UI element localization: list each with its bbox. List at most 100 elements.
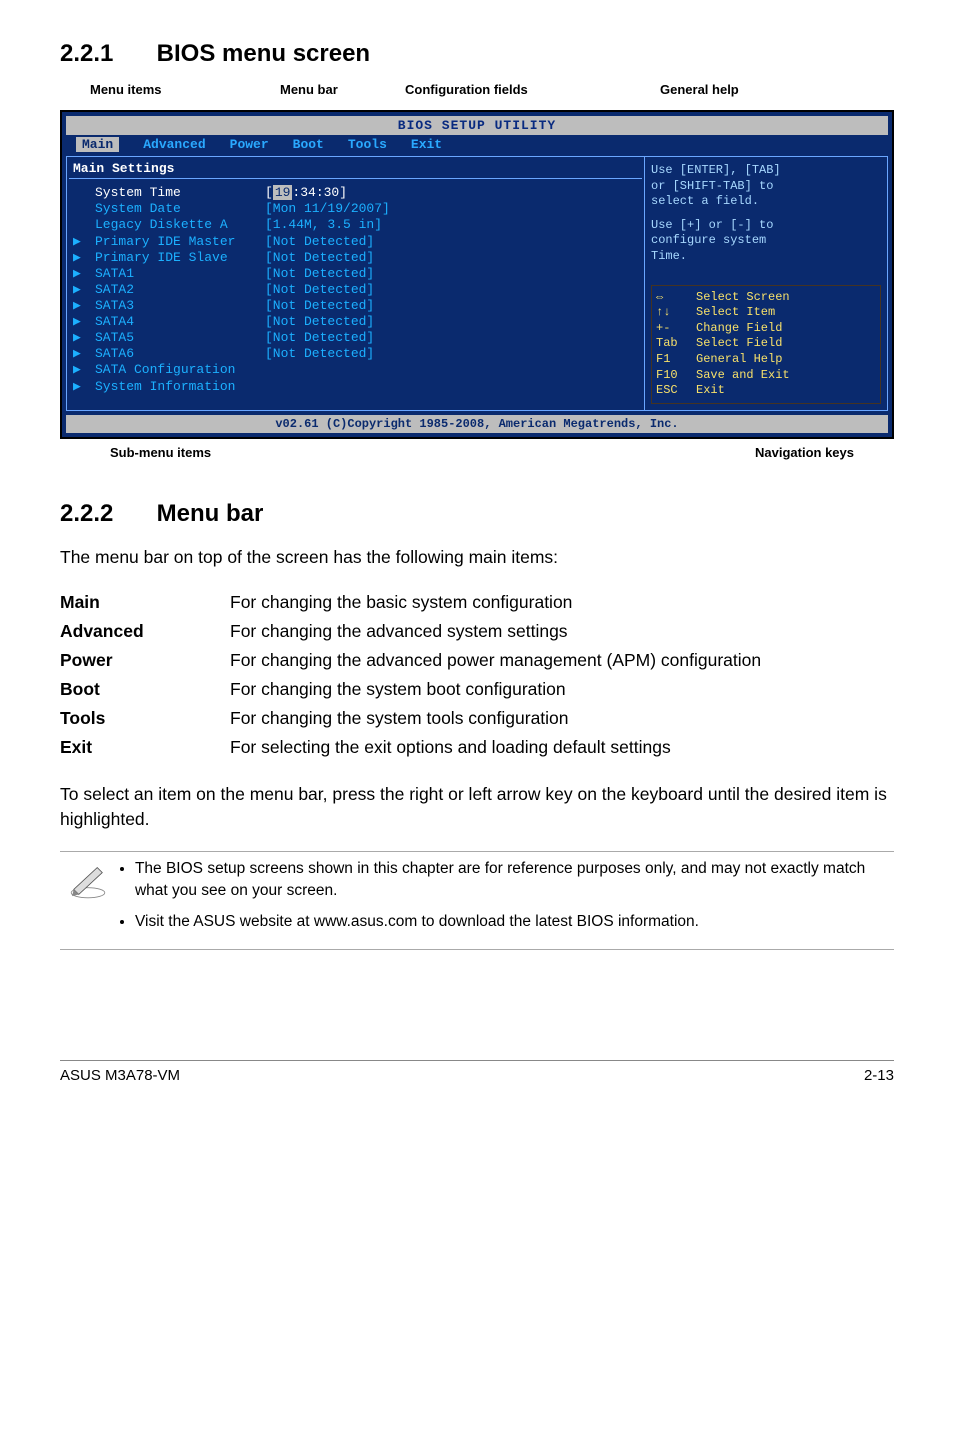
bios-field-label[interactable]: Primary IDE Slave [95, 250, 265, 265]
menu-bar-definitions: MainFor changing the basic system config… [60, 588, 761, 762]
label-navkeys: Navigation keys [755, 445, 854, 460]
nav-key-row: ⇔Select Screen [656, 290, 876, 306]
nav-key: ↑↓ [656, 305, 696, 321]
bios-field-value [265, 362, 638, 377]
label-menu-bar: Menu bar [280, 82, 338, 97]
nav-keys-box: ⇔Select Screen↑↓Select Item+-Change Fiel… [651, 285, 881, 404]
definition-desc: For changing the advanced power manageme… [230, 646, 761, 675]
section2-intro: The menu bar on top of the screen has th… [60, 545, 894, 570]
definition-desc: For changing the system tools configurat… [230, 704, 761, 733]
bios-field-label[interactable]: SATA4 [95, 314, 265, 329]
page-footer: ASUS M3A78-VM 2-13 [60, 1060, 894, 1084]
definition-row: ExitFor selecting the exit options and l… [60, 733, 761, 762]
tab-advanced[interactable]: Advanced [143, 137, 205, 152]
nav-key: +- [656, 321, 696, 337]
submenu-arrow-icon: ▶ [73, 314, 95, 329]
help-line: Use [+] or [-] to [651, 218, 881, 234]
note-box: The BIOS setup screens shown in this cha… [60, 851, 894, 950]
definition-term: Boot [60, 675, 230, 704]
definition-row: PowerFor changing the advanced power man… [60, 646, 761, 675]
nav-key-row: ↑↓Select Item [656, 305, 876, 321]
help-line: Use [ENTER], [TAB] [651, 163, 881, 179]
label-general-help: General help [660, 82, 739, 97]
bios-left-pane: Main Settings System Time[19:34:30]Syste… [66, 156, 645, 411]
label-menu-items: Menu items [90, 82, 162, 97]
submenu-arrow-icon: ▶ [73, 234, 95, 249]
submenu-arrow-icon: ▶ [73, 330, 95, 345]
submenu-arrow-icon: ▶ [73, 379, 95, 394]
definition-row: BootFor changing the system boot configu… [60, 675, 761, 704]
diagram-top-labels: Menu items Menu bar Configuration fields… [80, 82, 894, 110]
help-line: or [SHIFT-TAB] to [651, 179, 881, 195]
bios-field-label[interactable]: Legacy Diskette A [95, 217, 265, 232]
definition-term: Tools [60, 704, 230, 733]
nav-desc: Exit [696, 383, 725, 397]
bios-field-label[interactable]: System Information [95, 379, 265, 394]
bios-field-label[interactable]: SATA3 [95, 298, 265, 313]
bios-field-value[interactable]: [Not Detected] [265, 330, 638, 345]
bios-field-label[interactable]: SATA6 [95, 346, 265, 361]
submenu-arrow-icon [73, 185, 95, 200]
section-heading-2: 2.2.2 Menu bar [60, 500, 894, 528]
nav-key-row: +-Change Field [656, 321, 876, 337]
definition-term: Advanced [60, 617, 230, 646]
tab-main[interactable]: Main [76, 137, 119, 152]
bios-field-value[interactable]: [Not Detected] [265, 234, 638, 249]
submenu-arrow-icon: ▶ [73, 266, 95, 281]
note-item: Visit the ASUS website at www.asus.com t… [135, 911, 894, 933]
definition-desc: For changing the basic system configurat… [230, 588, 761, 617]
help-text: Use [ENTER], [TAB] or [SHIFT-TAB] to sel… [651, 163, 881, 265]
bios-menu-bar[interactable]: Main Advanced Power Boot Tools Exit [66, 135, 888, 156]
definition-row: ToolsFor changing the system tools confi… [60, 704, 761, 733]
tab-boot[interactable]: Boot [293, 137, 324, 152]
bios-field-label[interactable]: SATA2 [95, 282, 265, 297]
section-title: BIOS menu screen [157, 40, 370, 67]
label-submenu: Sub-menu items [110, 445, 211, 460]
help-line: Time. [651, 249, 881, 265]
footer-left: ASUS M3A78-VM [60, 1067, 180, 1084]
definition-desc: For changing the advanced system setting… [230, 617, 761, 646]
bios-field-value[interactable]: [19:34:30] [265, 185, 638, 200]
bios-field-label[interactable]: SATA Configuration [95, 362, 265, 377]
bios-field-label[interactable]: System Time [95, 185, 265, 200]
definition-desc: For selecting the exit options and loadi… [230, 733, 761, 762]
nav-key-row: F1General Help [656, 352, 876, 368]
bios-window: BIOS SETUP UTILITY Main Advanced Power B… [60, 110, 894, 439]
nav-key: Tab [656, 336, 696, 352]
bios-field-label[interactable]: SATA1 [95, 266, 265, 281]
nav-desc: Select Item [696, 305, 775, 319]
tab-power[interactable]: Power [230, 137, 269, 152]
nav-key-row: F10Save and Exit [656, 368, 876, 384]
nav-key-row: TabSelect Field [656, 336, 876, 352]
label-config-fields: Configuration fields [405, 82, 528, 97]
section-number: 2.2.2 [60, 500, 150, 528]
note-item: The BIOS setup screens shown in this cha… [135, 858, 894, 901]
nav-desc: Select Screen [696, 290, 790, 304]
bios-field-value[interactable]: [Not Detected] [265, 298, 638, 313]
bios-field-value[interactable]: [Not Detected] [265, 314, 638, 329]
bios-field-value[interactable]: [Not Detected] [265, 346, 638, 361]
tab-tools[interactable]: Tools [348, 137, 387, 152]
bios-field-value[interactable]: [Mon 11/19/2007] [265, 201, 638, 216]
submenu-arrow-icon: ▶ [73, 250, 95, 265]
section-number: 2.2.1 [60, 40, 150, 68]
bios-footer-bar: v02.61 (C)Copyright 1985-2008, American … [66, 415, 888, 433]
bios-field-label[interactable]: System Date [95, 201, 265, 216]
definition-term: Main [60, 588, 230, 617]
tab-exit[interactable]: Exit [411, 137, 442, 152]
definition-desc: For changing the system boot configurati… [230, 675, 761, 704]
diagram-bottom-labels: Sub-menu items Navigation keys [60, 445, 894, 460]
bios-field-value[interactable]: [1.44M, 3.5 in] [265, 217, 638, 232]
bios-field-label[interactable]: Primary IDE Master [95, 234, 265, 249]
definition-term: Power [60, 646, 230, 675]
bios-help-pane: Use [ENTER], [TAB] or [SHIFT-TAB] to sel… [645, 156, 888, 411]
bios-field-value[interactable]: [Not Detected] [265, 250, 638, 265]
bios-field-value[interactable]: [Not Detected] [265, 282, 638, 297]
nav-key: F1 [656, 352, 696, 368]
bios-field-value[interactable]: [Not Detected] [265, 266, 638, 281]
submenu-arrow-icon: ▶ [73, 282, 95, 297]
bios-field-value [265, 379, 638, 394]
bios-field-label[interactable]: SATA5 [95, 330, 265, 345]
nav-key: F10 [656, 368, 696, 384]
section-title: Menu bar [157, 500, 264, 527]
